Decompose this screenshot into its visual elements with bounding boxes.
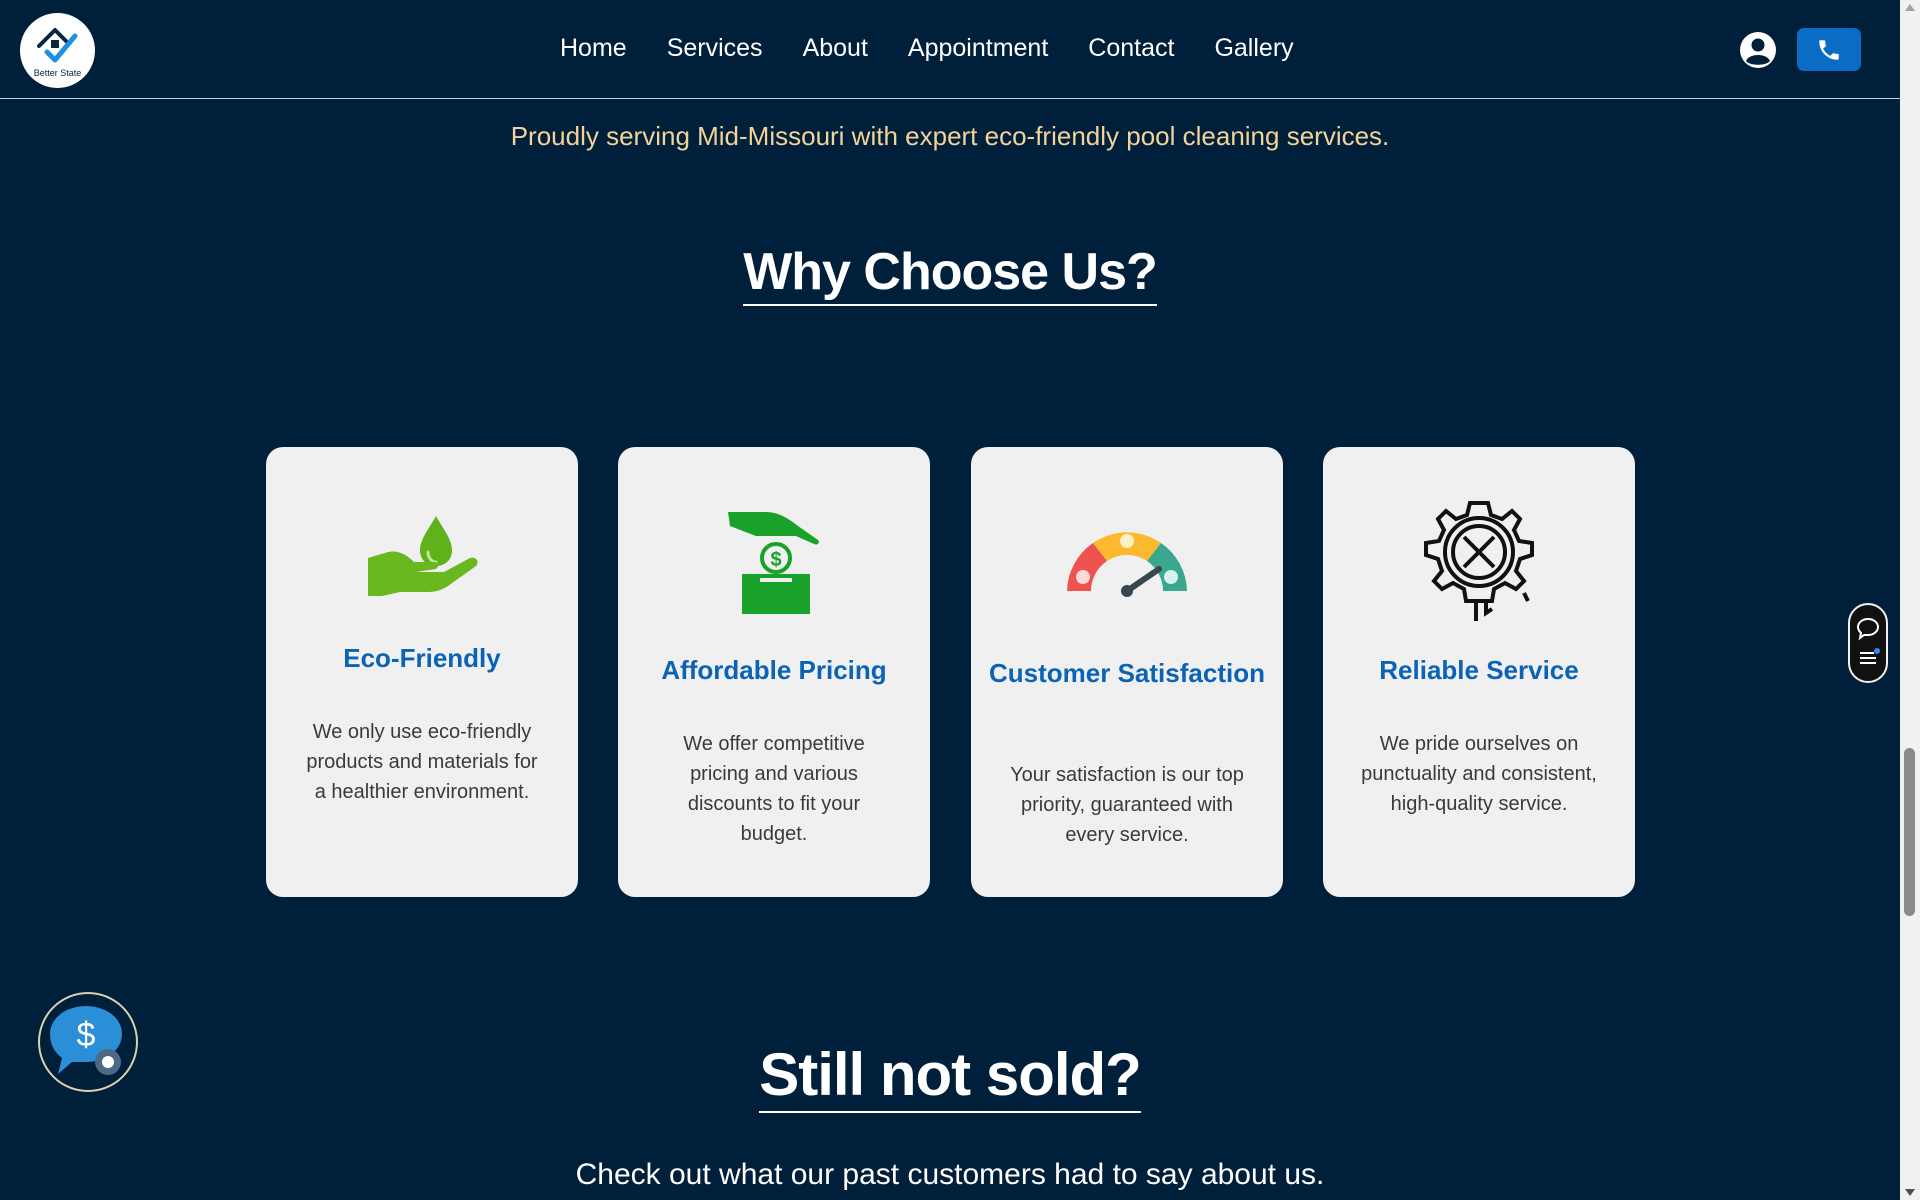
why-choose-title: Why Choose Us? — [0, 242, 1900, 306]
card-icon-wrap — [1323, 497, 1635, 625]
nav-services[interactable]: Services — [647, 30, 783, 70]
feature-card-satisfaction: Customer Satisfaction Your satisfaction … — [971, 447, 1283, 897]
hand-water-drop-icon — [368, 516, 478, 596]
main-nav: Home Services About Appointment Contact … — [540, 30, 1314, 70]
site-header: Better State Home Services About Appoint… — [0, 0, 1900, 99]
testimonials-title: Still not sold? — [0, 1040, 1900, 1113]
feature-card-pricing: $ Affordable Pricing We offer competitiv… — [618, 447, 930, 897]
scroll-down-arrow-icon[interactable] — [1905, 1189, 1915, 1196]
card-text: Your satisfaction is our top priority, g… — [1010, 764, 1244, 846]
user-icon[interactable] — [1739, 31, 1777, 69]
satisfaction-gauge-icon — [1067, 532, 1187, 597]
testimonials-heading: Still not sold? — [759, 1040, 1142, 1113]
nav-appointment[interactable]: Appointment — [888, 30, 1068, 70]
phone-icon — [1819, 39, 1839, 60]
page-scrollbar[interactable] — [1900, 0, 1920, 1200]
card-icon-wrap — [971, 527, 1283, 599]
card-title: Eco-Friendly — [343, 643, 501, 673]
feature-card-reliable: Reliable Service We pride ourselves on p… — [1323, 447, 1635, 897]
card-text: We offer competitive pricing and various… — [683, 733, 865, 845]
logo-text: Better State — [33, 67, 82, 78]
scroll-up-arrow-icon[interactable] — [1905, 4, 1915, 11]
nav-home[interactable]: Home — [540, 30, 647, 70]
card-title: Reliable Service — [1379, 655, 1579, 685]
gear-tools-icon — [1424, 501, 1534, 621]
nav-contact[interactable]: Contact — [1068, 30, 1194, 70]
card-text: We pride ourselves on punctuality and co… — [1361, 733, 1597, 815]
svg-text:$: $ — [770, 549, 781, 571]
logo[interactable]: Better State — [20, 13, 95, 88]
scrollbar-thumb[interactable] — [1904, 748, 1915, 916]
chat-side-widget[interactable] — [1848, 603, 1888, 683]
dollar-chat-gear-icon: $ — [50, 1006, 122, 1075]
hero-tagline: Proudly serving Mid-Missouri with expert… — [510, 121, 1390, 151]
svg-text:$: $ — [77, 1016, 96, 1054]
hand-dollar-box-icon: $ — [728, 512, 819, 614]
nav-about[interactable]: About — [783, 30, 888, 70]
card-title: Affordable Pricing — [661, 655, 887, 685]
testimonials-subtitle: Check out what our past customers had to… — [575, 1158, 1325, 1191]
chat-menu-icon — [1856, 617, 1880, 664]
card-title: Customer Satisfaction — [989, 658, 1265, 688]
why-choose-heading: Why Choose Us? — [743, 242, 1158, 306]
quote-chat-button[interactable]: $ — [38, 992, 138, 1092]
feature-card-eco: Eco-Friendly We only use eco-friendly pr… — [266, 447, 578, 897]
nav-gallery[interactable]: Gallery — [1194, 30, 1313, 70]
card-icon-wrap — [266, 512, 578, 598]
card-icon-wrap: $ — [618, 510, 930, 614]
house-check-icon — [36, 27, 77, 62]
card-text: We only use eco-friendly products and ma… — [306, 721, 538, 803]
phone-button[interactable] — [1797, 28, 1861, 71]
